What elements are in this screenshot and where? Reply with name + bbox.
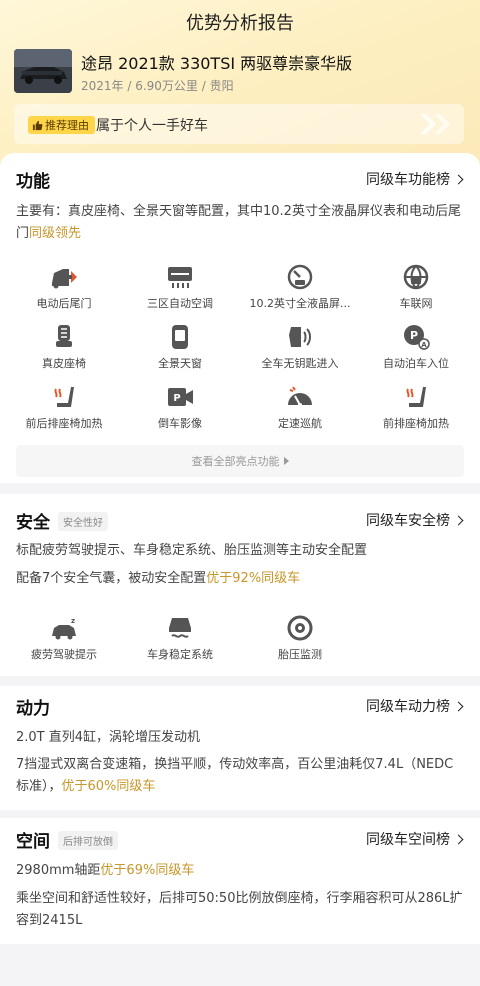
chevron-right-icon (453, 701, 464, 711)
caret-right-icon (283, 457, 289, 465)
chevron-right-icon (453, 515, 464, 525)
power-rank-label: 同级车动力榜 (366, 699, 450, 715)
feature-label: 10.2英寸全液晶屏... (249, 297, 351, 310)
keyless-icon (289, 327, 311, 347)
feature-item[interactable]: P A 自动泊车入位 (356, 323, 476, 371)
safety-line-2: 配备7个安全气囊，被动安全配置优于92%同级车 (16, 568, 466, 590)
seat-icon (56, 325, 72, 347)
power-section: 动力 同级车动力榜 2.0T 直列4缸，涡轮增压发动机 7挡湿式双离合变速箱，换… (0, 686, 480, 810)
svg-text:P: P (410, 329, 418, 342)
feature-label: 车身稳定系统 (147, 648, 213, 661)
power-line-2-highlight: 优于60%同级车 (61, 779, 156, 794)
space-line-1: 2980mm轴距优于69%同级车 (16, 860, 466, 882)
feature-item[interactable]: 10.2英寸全液晶屏... (240, 263, 360, 311)
seat-heat-icon (406, 387, 426, 407)
feature-label: 车联网 (399, 297, 433, 310)
sunroof-icon (172, 325, 188, 349)
feature-label: 三区自动空调 (147, 297, 213, 310)
chevron-right-icon (453, 834, 464, 844)
stability-icon (169, 618, 191, 638)
car-name: 途昂 2021款 330TSI 两驱尊崇豪华版 (81, 54, 353, 73)
safety-rank-link[interactable]: 同级车安全榜 (366, 510, 464, 530)
feature-item[interactable]: 全车无钥匙进入 (240, 323, 360, 371)
recommend-tag-label: 推荐理由 (45, 119, 89, 132)
feature-item[interactable]: 前排座椅加热 (356, 383, 476, 431)
space-tag: 后排可放倒 (58, 831, 118, 850)
safety-tag: 安全性好 (58, 512, 108, 531)
reverse-camera-icon: P (168, 388, 193, 406)
feature-item[interactable]: 车联网 (356, 263, 476, 311)
feature-item[interactable]: P 倒车影像 (120, 383, 240, 431)
power-line-1: 2.0T 直列4缸，涡轮增压发动机 (16, 730, 201, 745)
space-line-2: 乘坐空间和舒适性较好，后排可50:50比例放倒座椅，行李厢容积可从286L扩容到… (16, 891, 463, 928)
car-thumbnail[interactable] (14, 49, 72, 93)
safety-line-2-main: 配备7个安全气囊，被动安全配置 (16, 571, 207, 586)
feature-item[interactable]: 全景天窗 (120, 323, 240, 371)
thumbs-up-icon (32, 120, 43, 130)
svg-text:P: P (173, 393, 180, 404)
space-line-1-highlight: 优于69%同级车 (100, 863, 195, 878)
feature-label: 倒车影像 (158, 417, 202, 430)
power-line-2: 7挡湿式双离合变速箱，换挡平顺，传动效率高，百公里油耗仅7.4L（NEDC标准）… (16, 754, 466, 798)
power-title: 动力 (16, 699, 50, 719)
safety-line-1: 标配疲劳驾驶提示、车身稳定系统、胎压监测等主动安全配置 (16, 543, 368, 558)
car-meta: 2021年 / 6.90万公里 / 贵阳 (81, 79, 234, 93)
feature-item[interactable]: 三区自动空调 (120, 263, 240, 311)
function-section: 功能 同级车功能榜 主要有：真皮座椅、全景天窗等配置，其中10.2英寸全液晶屏仪… (0, 153, 480, 483)
fatigue-icon: z (52, 617, 76, 640)
function-desc-main: 主要有：真皮座椅、全景天窗等配置，其中10.2英寸全液晶屏仪表和电动后尾门 (16, 204, 461, 241)
recommend-tag: 推荐理由 (28, 116, 95, 134)
feature-item[interactable]: 电动后尾门 (4, 263, 124, 311)
space-section: 空间 后排可放倒 同级车空间榜 2980mm轴距优于69%同级车 乘坐空间和舒适… (0, 818, 480, 944)
feature-label: 全景天窗 (158, 357, 202, 370)
seat-heat-icon (54, 387, 74, 407)
lcd-icon (287, 264, 313, 290)
power-rank-link[interactable]: 同级车动力榜 (366, 696, 464, 716)
function-rank-link[interactable]: 同级车功能榜 (366, 169, 464, 189)
function-description: 主要有：真皮座椅、全景天窗等配置，其中10.2英寸全液晶屏仪表和电动后尾门同级领… (16, 201, 466, 245)
feature-item[interactable]: 胎压监测 (240, 614, 360, 662)
chevron-right-icon (453, 174, 464, 184)
car-photo-icon (14, 49, 72, 93)
view-all-features-button[interactable]: 查看全部亮点功能 (16, 445, 464, 477)
recommend-text: 属于个人一手好车 (96, 118, 208, 134)
cruise-icon (288, 386, 312, 407)
feature-label: 定速巡航 (278, 417, 322, 430)
view-all-label: 查看全部亮点功能 (191, 455, 280, 468)
page-title: 优势分析报告 (186, 13, 294, 34)
safety-title: 安全 (16, 513, 50, 533)
feature-label: 全车无钥匙进入 (261, 357, 339, 370)
tailgate-icon (52, 269, 77, 289)
tire-pressure-icon (287, 615, 313, 641)
function-rank-label: 同级车功能榜 (366, 172, 450, 188)
decorative-chevrons-icon (420, 114, 450, 134)
feature-label: 疲劳驾驶提示 (31, 648, 97, 661)
safety-rank-label: 同级车安全榜 (366, 513, 450, 529)
feature-label: 前后排座椅加热 (25, 417, 103, 430)
feature-label: 前排座椅加热 (383, 417, 449, 430)
space-rank-label: 同级车空间榜 (366, 832, 450, 848)
feature-item[interactable]: 车身稳定系统 (120, 614, 240, 662)
safety-section: 安全 安全性好 同级车安全榜 标配疲劳驾驶提示、车身稳定系统、胎压监测等主动安全… (0, 494, 480, 676)
feature-item[interactable]: 定速巡航 (240, 383, 360, 431)
parking-icon: P A (404, 325, 430, 350)
svg-text:A: A (421, 341, 427, 349)
feature-label: 胎压监测 (278, 648, 322, 661)
ac-icon (168, 267, 192, 288)
safety-line-2-highlight: 优于92%同级车 (206, 571, 301, 586)
feature-item[interactable]: z 疲劳驾驶提示 (4, 614, 124, 662)
svg-text:z: z (71, 617, 75, 625)
space-rank-link[interactable]: 同级车空间榜 (366, 829, 464, 849)
feature-label: 真皮座椅 (42, 357, 86, 370)
space-title: 空间 (16, 832, 50, 852)
globe-icon (403, 264, 429, 290)
feature-item[interactable]: 真皮座椅 (4, 323, 124, 371)
function-desc-highlight: 同级领先 (29, 226, 82, 241)
feature-item[interactable]: 前后排座椅加热 (4, 383, 124, 431)
feature-label: 自动泊车入位 (383, 357, 449, 370)
space-line-1-main: 2980mm轴距 (16, 863, 101, 878)
function-title: 功能 (16, 172, 50, 192)
feature-label: 电动后尾门 (36, 297, 92, 310)
recommend-reason: 推荐理由 属于个人一手好车 (14, 104, 464, 144)
